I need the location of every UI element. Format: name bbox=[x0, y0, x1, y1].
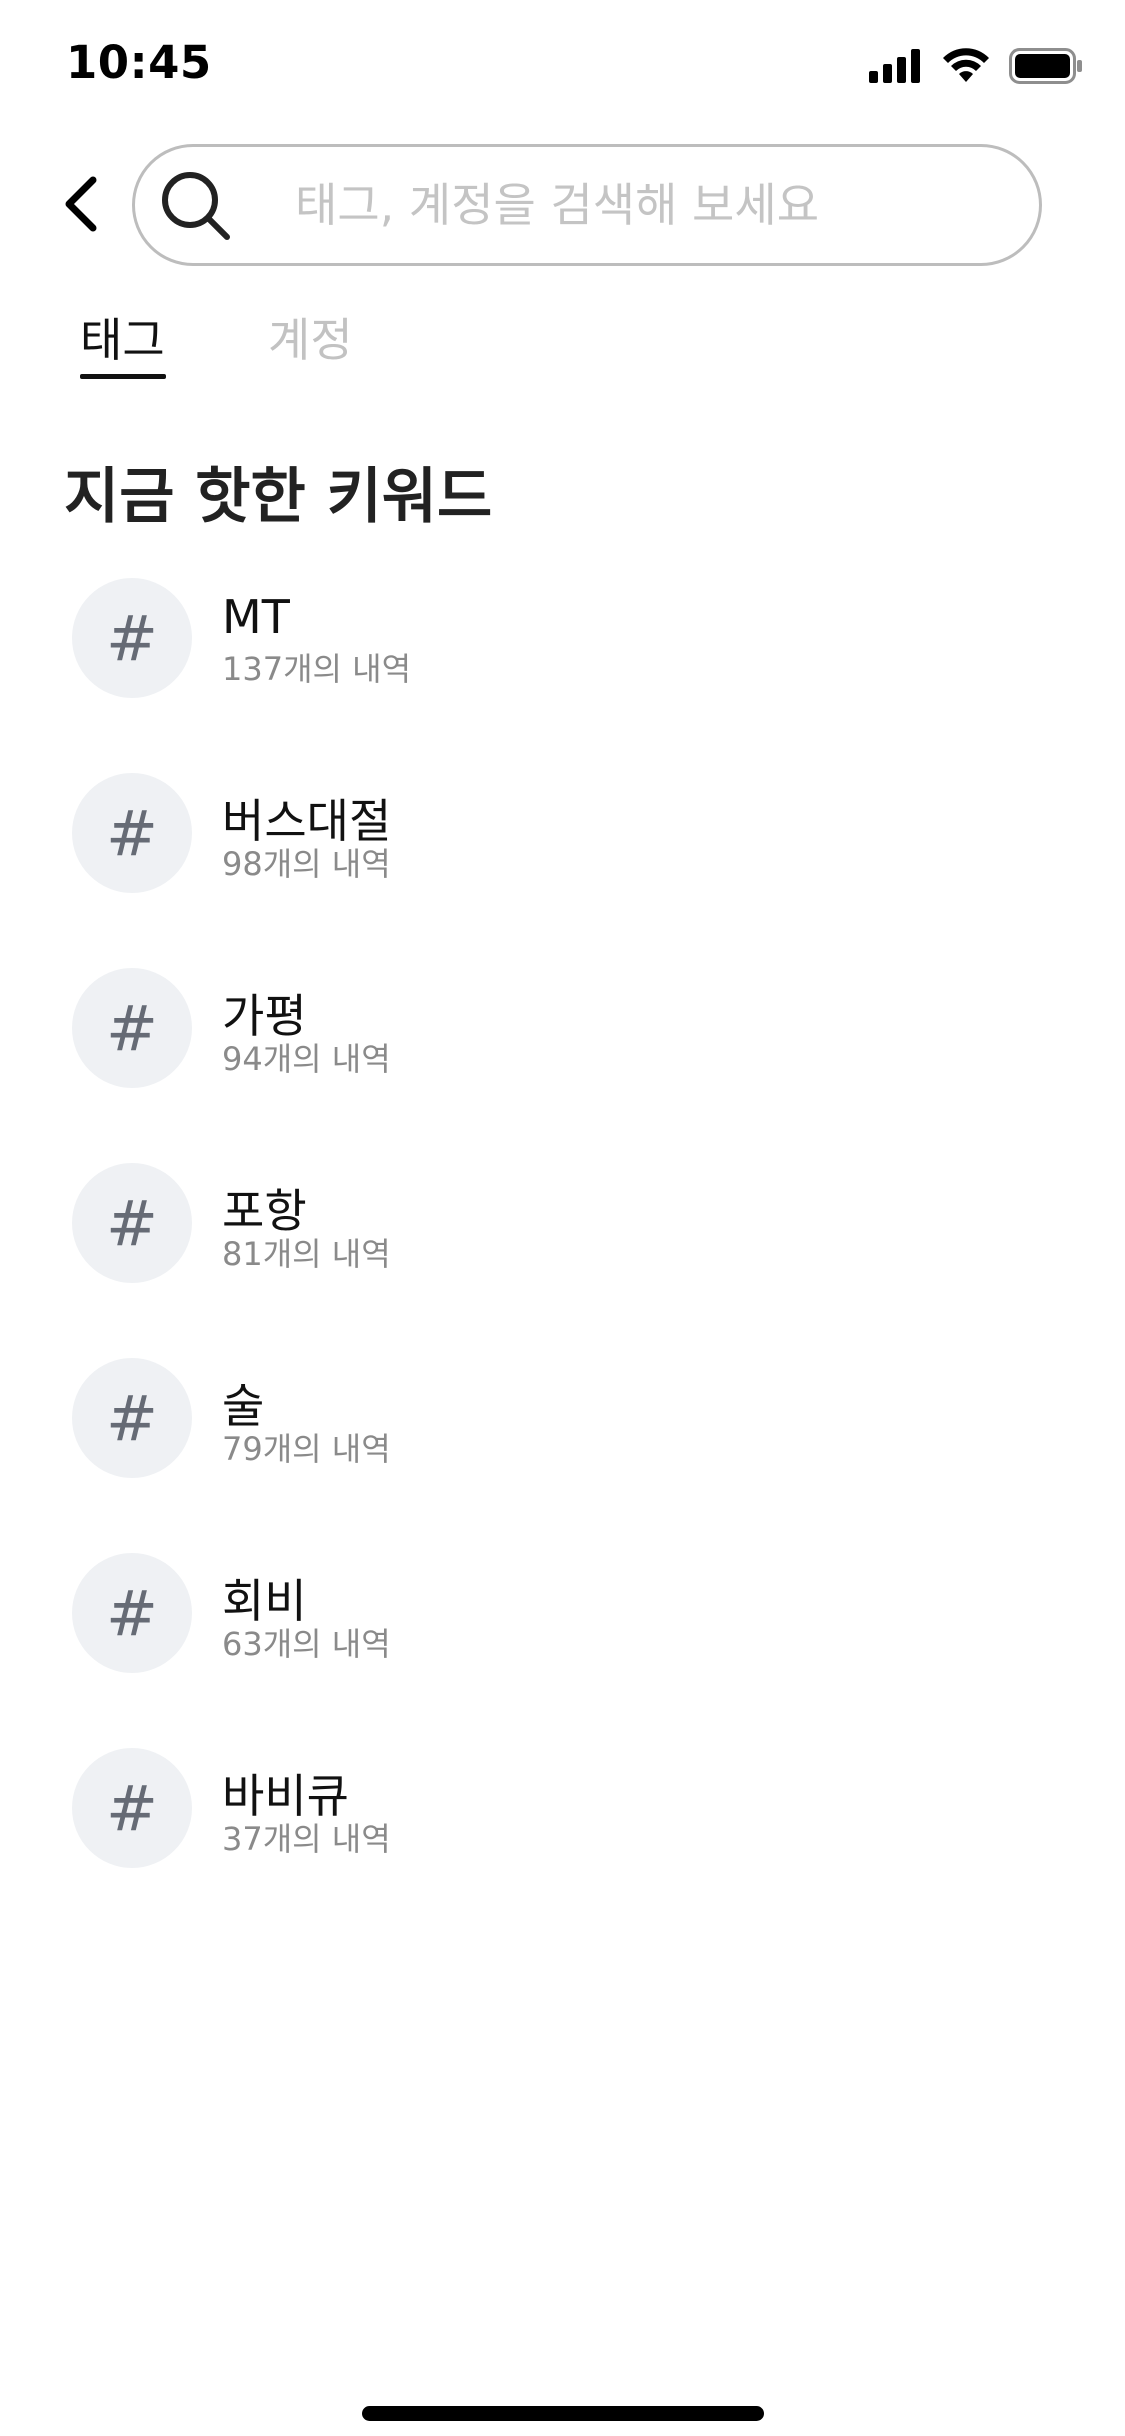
keyword-count: 79개의 내역 bbox=[222, 1430, 391, 1468]
keyword-count: 81개의 내역 bbox=[222, 1235, 391, 1273]
section-title: 지금 핫한 키워드 bbox=[64, 462, 493, 532]
wifi-icon bbox=[941, 48, 991, 84]
status-icons bbox=[869, 48, 1083, 84]
hashtag-icon: # bbox=[72, 773, 192, 893]
keyword-item[interactable]: # 술 79개의 내역 bbox=[0, 1358, 1125, 1553]
hashtag-icon: # bbox=[72, 578, 192, 698]
keyword-item[interactable]: # 버스대절 98개의 내역 bbox=[0, 773, 1125, 968]
hashtag-icon: # bbox=[72, 1748, 192, 1868]
active-tab-indicator bbox=[80, 374, 166, 379]
status-time: 10:45 bbox=[66, 36, 212, 89]
keyword-item[interactable]: # 바비큐 37개의 내역 bbox=[0, 1748, 1125, 1943]
keyword-name: MT bbox=[222, 590, 290, 644]
keyword-count: 98개의 내역 bbox=[222, 845, 391, 883]
hashtag-icon: # bbox=[72, 1358, 192, 1478]
status-bar: 10:45 bbox=[0, 0, 1125, 132]
back-button[interactable] bbox=[48, 166, 114, 246]
cellular-signal-icon bbox=[869, 49, 923, 83]
search-bar[interactable] bbox=[132, 144, 1042, 266]
keyword-count: 137개의 내역 bbox=[222, 650, 412, 688]
tab-bar: 태그 계정 bbox=[0, 300, 1125, 400]
search-icon bbox=[159, 169, 233, 243]
keyword-count: 94개의 내역 bbox=[222, 1040, 391, 1078]
search-input[interactable] bbox=[295, 167, 995, 243]
tab-account[interactable]: 계정 bbox=[268, 304, 353, 370]
hashtag-icon: # bbox=[72, 1163, 192, 1283]
keyword-item[interactable]: # 가평 94개의 내역 bbox=[0, 968, 1125, 1163]
keyword-item[interactable]: # MT 137개의 내역 bbox=[0, 578, 1125, 773]
keyword-item[interactable]: # 포항 81개의 내역 bbox=[0, 1163, 1125, 1358]
chevron-left-icon bbox=[61, 176, 101, 236]
tab-tag[interactable]: 태그 bbox=[80, 304, 165, 370]
hashtag-icon: # bbox=[72, 968, 192, 1088]
keyword-item[interactable]: # 회비 63개의 내역 bbox=[0, 1553, 1125, 1748]
battery-icon bbox=[1009, 48, 1083, 84]
keyword-count: 37개의 내역 bbox=[222, 1820, 391, 1858]
hashtag-icon: # bbox=[72, 1553, 192, 1673]
keyword-count: 63개의 내역 bbox=[222, 1625, 391, 1663]
keyword-list: # MT 137개의 내역 # 버스대절 98개의 내역 # 가평 94개의 내… bbox=[0, 578, 1125, 1943]
home-indicator[interactable] bbox=[362, 2406, 764, 2421]
